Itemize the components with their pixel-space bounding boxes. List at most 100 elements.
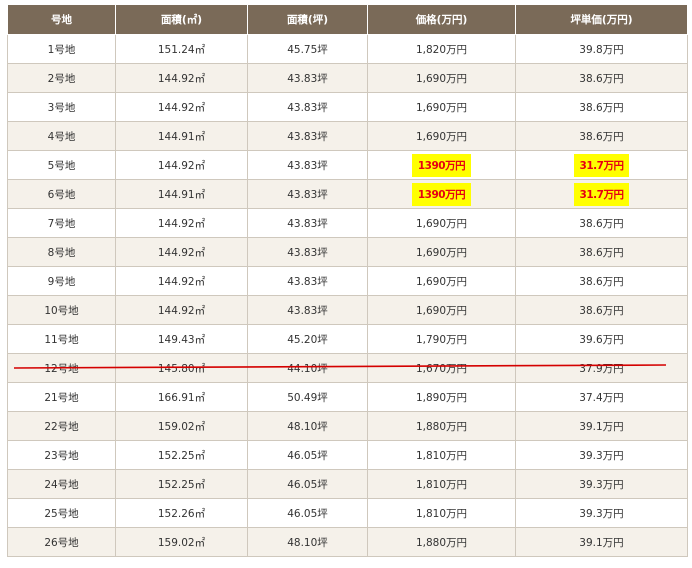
cell-price: 1,690万円 (367, 92, 516, 122)
cell-area-m2: 159.02㎡ (115, 411, 248, 441)
cell-price: 1,690万円 (367, 208, 516, 238)
cell-area-tsubo: 46.05坪 (247, 440, 368, 470)
cell-unit-price: 39.8万円 (515, 34, 688, 64)
cell-area-m2: 166.91㎡ (115, 382, 248, 412)
table-row: 26号地 159.02㎡ 48.10坪 1,880万円 39.1万円 (7, 527, 688, 557)
cell-price: 1,810万円 (367, 440, 516, 470)
cell-area-m2: 152.25㎡ (115, 440, 248, 470)
table-row: 2号地 144.92㎡ 43.83坪 1,690万円 38.6万円 (7, 63, 688, 93)
cell-unit-price: 39.1万円 (515, 527, 688, 557)
highlighted-value: 1390万円 (411, 153, 472, 177)
table-row: 25号地 152.26㎡ 46.05坪 1,810万円 39.3万円 (7, 498, 688, 528)
header-price: 価格(万円) (367, 4, 516, 35)
table-header-row: 号地 面積(㎡) 面積(坪) 価格(万円) 坪単価(万円) (7, 4, 688, 35)
cell-unit-price: 38.6万円 (515, 63, 688, 93)
table-row: 6号地 144.91㎡ 43.83坪 1390万円 31.7万円 (7, 179, 688, 209)
cell-unit-price: 38.6万円 (515, 92, 688, 122)
cell-unit-price: 38.6万円 (515, 266, 688, 296)
cell-lot: 26号地 (7, 527, 116, 557)
cell-price: 1,810万円 (367, 469, 516, 499)
cell-lot: 7号地 (7, 208, 116, 238)
cell-lot: 8号地 (7, 237, 116, 267)
cell-lot: 6号地 (7, 179, 116, 209)
cell-price: 1,820万円 (367, 34, 516, 64)
table-row: 5号地 144.92㎡ 43.83坪 1390万円 31.7万円 (7, 150, 688, 180)
cell-lot: 25号地 (7, 498, 116, 528)
cell-area-m2: 144.92㎡ (115, 208, 248, 238)
table-row: 3号地 144.92㎡ 43.83坪 1,690万円 38.6万円 (7, 92, 688, 122)
cell-lot: 10号地 (7, 295, 116, 325)
cell-lot: 22号地 (7, 411, 116, 441)
highlighted-value: 31.7万円 (573, 153, 630, 177)
cell-area-tsubo: 46.05坪 (247, 469, 368, 499)
cell-area-tsubo: 43.83坪 (247, 266, 368, 296)
cell-lot: 24号地 (7, 469, 116, 499)
cell-price: 1,690万円 (367, 266, 516, 296)
cell-price: 1,880万円 (367, 527, 516, 557)
cell-area-tsubo: 48.10坪 (247, 411, 368, 441)
table-row: 11号地 149.43㎡ 45.20坪 1,790万円 39.6万円 (7, 324, 688, 354)
table-row: 9号地 144.92㎡ 43.83坪 1,690万円 38.6万円 (7, 266, 688, 296)
header-unit-price: 坪単価(万円) (515, 4, 688, 35)
cell-area-m2: 149.43㎡ (115, 324, 248, 354)
cell-unit-price: 37.4万円 (515, 382, 688, 412)
cell-area-m2: 144.92㎡ (115, 150, 248, 180)
cell-unit-price: 31.7万円 (515, 179, 688, 209)
cell-area-tsubo: 43.83坪 (247, 63, 368, 93)
cell-unit-price: 38.6万円 (515, 208, 688, 238)
cell-lot: 1号地 (7, 34, 116, 64)
cell-area-m2: 144.92㎡ (115, 92, 248, 122)
table-row: 8号地 144.92㎡ 43.83坪 1,690万円 38.6万円 (7, 237, 688, 267)
cell-price: 1390万円 (367, 150, 516, 180)
cell-price: 1,690万円 (367, 63, 516, 93)
cell-lot: 4号地 (7, 121, 116, 151)
table-row: 23号地 152.25㎡ 46.05坪 1,810万円 39.3万円 (7, 440, 688, 470)
strikethrough-line (14, 364, 666, 369)
cell-area-tsubo: 45.20坪 (247, 324, 368, 354)
cell-area-m2: 151.24㎡ (115, 34, 248, 64)
cell-area-tsubo: 43.83坪 (247, 295, 368, 325)
cell-area-m2: 144.92㎡ (115, 237, 248, 267)
cell-price: 1,890万円 (367, 382, 516, 412)
cell-area-m2: 152.26㎡ (115, 498, 248, 528)
cell-lot: 2号地 (7, 63, 116, 93)
cell-lot: 23号地 (7, 440, 116, 470)
table-row: 10号地 144.92㎡ 43.83坪 1,690万円 38.6万円 (7, 295, 688, 325)
cell-unit-price: 31.7万円 (515, 150, 688, 180)
cell-unit-price: 38.6万円 (515, 237, 688, 267)
cell-area-m2: 144.91㎡ (115, 179, 248, 209)
cell-area-m2: 144.92㎡ (115, 63, 248, 93)
cell-unit-price: 38.6万円 (515, 295, 688, 325)
lot-price-table-container: 号地 面積(㎡) 面積(坪) 価格(万円) 坪単価(万円) 1号地 151.24㎡… (7, 4, 688, 557)
table-row: 7号地 144.92㎡ 43.83坪 1,690万円 38.6万円 (7, 208, 688, 238)
cell-lot: 11号地 (7, 324, 116, 354)
cell-price: 1,880万円 (367, 411, 516, 441)
table-row: 22号地 159.02㎡ 48.10坪 1,880万円 39.1万円 (7, 411, 688, 441)
cell-price: 1,810万円 (367, 498, 516, 528)
header-lot: 号地 (7, 4, 116, 35)
cell-area-tsubo: 43.83坪 (247, 208, 368, 238)
lot-price-table: 号地 面積(㎡) 面積(坪) 価格(万円) 坪単価(万円) 1号地 151.24㎡… (7, 4, 688, 557)
header-area-tsubo: 面積(坪) (247, 4, 368, 35)
cell-area-tsubo: 48.10坪 (247, 527, 368, 557)
table-row: 1号地 151.24㎡ 45.75坪 1,820万円 39.8万円 (7, 34, 688, 64)
cell-unit-price: 39.6万円 (515, 324, 688, 354)
cell-unit-price: 38.6万円 (515, 121, 688, 151)
cell-area-tsubo: 43.83坪 (247, 121, 368, 151)
cell-area-tsubo: 50.49坪 (247, 382, 368, 412)
cell-unit-price: 39.3万円 (515, 440, 688, 470)
cell-area-tsubo: 43.83坪 (247, 179, 368, 209)
table-row: 24号地 152.25㎡ 46.05坪 1,810万円 39.3万円 (7, 469, 688, 499)
table-body: 1号地 151.24㎡ 45.75坪 1,820万円 39.8万円 2号地 144.92㎡ 4… (7, 34, 688, 557)
cell-unit-price: 39.3万円 (515, 469, 688, 499)
cell-area-tsubo: 43.83坪 (247, 150, 368, 180)
cell-unit-price: 39.1万円 (515, 411, 688, 441)
cell-area-tsubo: 43.83坪 (247, 237, 368, 267)
cell-price: 1,690万円 (367, 295, 516, 325)
table-row: 4号地 144.91㎡ 43.83坪 1,690万円 38.6万円 (7, 121, 688, 151)
cell-lot: 3号地 (7, 92, 116, 122)
cell-area-tsubo: 45.75坪 (247, 34, 368, 64)
cell-area-m2: 144.92㎡ (115, 266, 248, 296)
cell-price: 1,690万円 (367, 237, 516, 267)
cell-area-m2: 144.91㎡ (115, 121, 248, 151)
